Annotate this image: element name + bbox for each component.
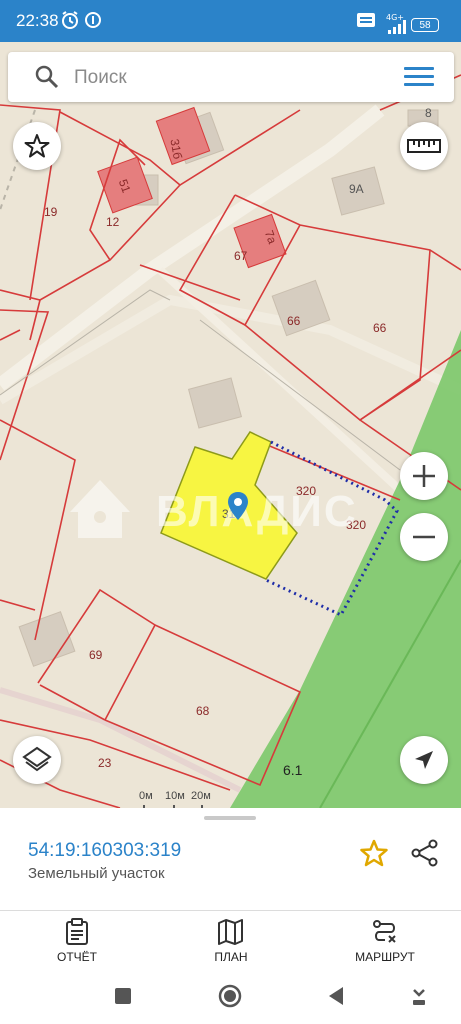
system-nav-bar [0,968,461,1024]
scale-label: 0м [139,790,153,802]
ruler-button[interactable] [400,122,448,170]
route-icon [373,920,396,943]
share-icon[interactable] [410,838,440,868]
navigation-arrow-icon [415,751,433,769]
search-input[interactable] [72,62,386,94]
report-button[interactable]: ОТЧЁТ [22,918,132,968]
drag-handle[interactable] [204,816,256,820]
status-bar: 22:38 4G+ 58 [0,0,461,42]
favorites-button[interactable] [13,122,61,170]
cadastral-number[interactable]: 54:19:160303:319 [28,840,181,862]
scale-label: 10м [165,790,185,802]
layers-button[interactable] [13,736,61,784]
star-icon[interactable] [359,838,389,868]
scale-bar: 0м 10м 20м [139,790,219,808]
home-button[interactable] [216,982,244,1010]
signal-icon [388,20,406,34]
recents-button[interactable] [109,982,137,1010]
search-bar [8,52,454,102]
volte-icon [357,13,375,27]
zoom-in-button[interactable] [400,452,448,500]
search-icon[interactable] [34,64,60,90]
minus-icon [413,535,435,539]
zoom-out-button[interactable] [400,513,448,561]
location-pin-icon[interactable] [227,491,249,521]
keyboard-hide-button[interactable] [405,982,433,1010]
object-type: Земельный участок [28,865,165,882]
report-label: ОТЧЁТ [56,950,97,964]
map-view[interactable]: 19 12 51 31б 8 9А 67 7а 66 66 320 320 31… [0,42,461,808]
route-button[interactable]: МАРШРУТ [330,918,440,968]
battery-indicator: 58 [411,18,439,32]
plus-icon [413,465,435,487]
scale-label: 20м [191,790,211,802]
back-button[interactable] [323,982,351,1010]
clipboard-icon [66,918,88,945]
my-location-button[interactable] [400,736,448,784]
layers-icon [22,746,52,772]
status-time: 22:38 [16,11,59,30]
cadastral-map-canvas[interactable] [0,42,461,808]
menu-button[interactable] [398,63,438,91]
map-icon [218,919,243,945]
plan-button[interactable]: ПЛАН [176,918,286,968]
info-icon [85,12,101,28]
plan-label: ПЛАН [214,950,248,964]
alarm-icon [62,11,78,29]
route-label: МАРШРУТ [355,950,415,964]
star-outline-icon [24,134,50,158]
divider [0,910,461,911]
ruler-icon [407,139,441,153]
